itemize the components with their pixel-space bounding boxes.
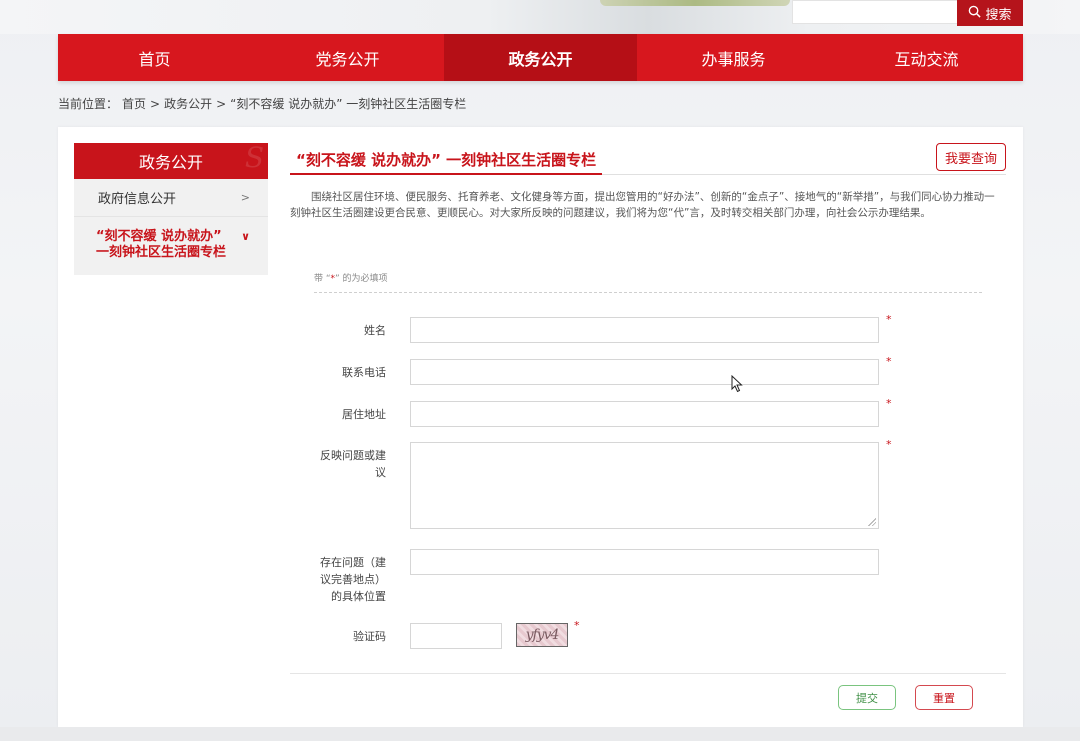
form-divider [290, 673, 1006, 674]
sidebar-title: 政务公开 S [74, 143, 268, 179]
captcha-field[interactable] [410, 623, 502, 649]
required-star: * [886, 355, 892, 368]
footer-band [0, 727, 1080, 741]
sidebar-item-community-column[interactable]: “刻不容缓 说办就办” 一刻钟社区生活圈专栏 ∨ [74, 217, 268, 273]
required-note: 带 “*” 的为必填项 [314, 271, 982, 293]
intro-text: 围绕社区居住环境、便民服务、托育养老、文化健身等方面，提出您管用的“好办法”、创… [290, 191, 995, 219]
phone-label: 联系电话 [342, 366, 386, 379]
nav-item-government-affairs[interactable]: 政务公开 [444, 34, 637, 81]
submit-button[interactable]: 提交 [838, 685, 896, 710]
search-button[interactable]: 搜索 [957, 0, 1023, 26]
page-title: “刻不容缓 说办就办” 一刻钟社区生活圈专栏 [290, 145, 603, 175]
search-button-label: 搜索 [985, 7, 1012, 23]
nav-item-interaction[interactable]: 互动交流 [830, 34, 1023, 81]
sidebar-title-text: 政务公开 [138, 153, 203, 172]
suggestion-label: 反映问题或建 议 [290, 447, 386, 481]
sidebar: 政务公开 S 政府信息公开 > “刻不容缓 说办就办” 一刻钟社区生活圈专栏 ∨ [74, 143, 268, 275]
search-icon [968, 5, 982, 22]
breadcrumb-prefix: 当前位置： [58, 97, 119, 111]
required-note-post: ” 的为必填项 [335, 274, 388, 284]
search-input[interactable] [792, 0, 958, 24]
captcha-image[interactable]: yfyv4 [516, 623, 568, 647]
breadcrumb-link-home[interactable]: 首页 [122, 97, 146, 111]
name-label: 姓名 [364, 324, 386, 337]
content-panel: 政务公开 S 政府信息公开 > “刻不容缓 说办就办” 一刻钟社区生活圈专栏 ∨… [58, 127, 1023, 727]
sidebar-item-gov-info[interactable]: 政府信息公开 > [74, 179, 268, 217]
address-field[interactable] [410, 401, 879, 427]
nav-item-party-affairs[interactable]: 党务公开 [251, 34, 444, 81]
required-star: * [886, 438, 892, 451]
chevron-down-icon: ∨ [241, 230, 250, 243]
suggestion-label-line2: 议 [375, 466, 386, 479]
phone-field[interactable] [410, 359, 879, 385]
nav-item-home[interactable]: 首页 [58, 34, 251, 81]
required-star: * [886, 397, 892, 410]
mouse-cursor-icon [731, 375, 743, 393]
location-label: 存在问题（建 议完善地点） 的具体位置 [290, 554, 386, 605]
breadcrumb-separator: > [216, 97, 227, 111]
nav-item-services[interactable]: 办事服务 [637, 34, 830, 81]
sidebar-watermark: S [244, 143, 264, 174]
suggestion-textarea[interactable] [410, 442, 879, 529]
required-note-pre: 带 “ [314, 274, 331, 284]
location-label-line2: 议完善地点） [320, 573, 386, 586]
captcha-label: 验证码 [353, 630, 386, 643]
breadcrumb-current: “刻不容缓 说办就办” 一刻钟社区生活圈专栏 [230, 97, 467, 111]
breadcrumb-separator: > [150, 97, 161, 111]
name-field[interactable] [410, 317, 879, 343]
sidebar-item-label-line1: “刻不容缓 说办就办” [96, 229, 222, 244]
location-field[interactable] [410, 549, 879, 575]
main-header: “刻不容缓 说办就办” 一刻钟社区生活圈专栏 我要查询 [290, 143, 1006, 175]
reset-button[interactable]: 重置 [915, 685, 973, 710]
query-button[interactable]: 我要查询 [936, 143, 1006, 171]
required-star: * [574, 619, 580, 632]
sidebar-item-label: “刻不容缓 说办就办” 一刻钟社区生活圈专栏 [96, 229, 226, 261]
location-label-line3: 的具体位置 [331, 590, 386, 603]
sidebar-item-label-line2: 一刻钟社区生活圈专栏 [96, 245, 227, 260]
sidebar-item-label: 政府信息公开 [98, 192, 177, 207]
breadcrumb: 当前位置： 首页 > 政务公开 > “刻不容缓 说办就办” 一刻钟社区生活圈专栏 [58, 95, 470, 112]
address-label: 居住地址 [342, 408, 386, 421]
chevron-right-icon: > [240, 191, 250, 204]
resize-handle-icon[interactable] [868, 518, 876, 526]
location-label-line1: 存在问题（建 [320, 556, 386, 569]
main-nav: 首页 党务公开 政务公开 办事服务 互动交流 [58, 34, 1023, 81]
required-star: * [886, 313, 892, 326]
suggestion-label-line1: 反映问题或建 [320, 449, 386, 462]
banner-decoration [600, 0, 790, 6]
breadcrumb-link-government-affairs[interactable]: 政务公开 [164, 97, 212, 111]
